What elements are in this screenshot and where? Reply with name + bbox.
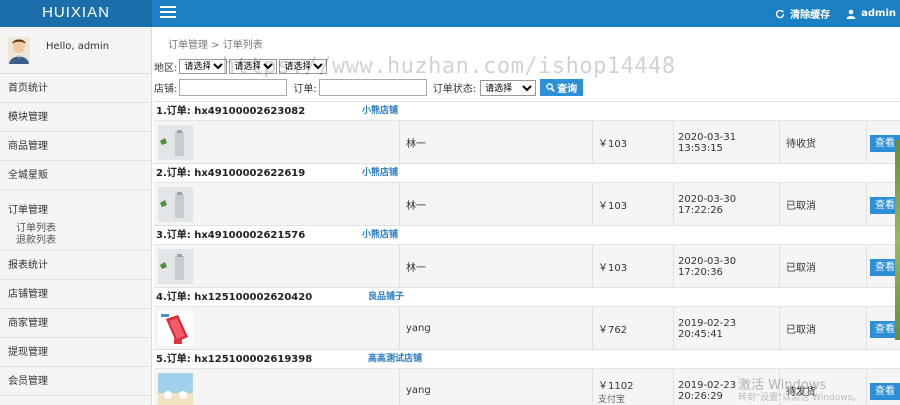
search-button-label: 查询 [557, 84, 578, 95]
order-label: 订单: [293, 84, 317, 95]
city-select[interactable]: 请选择 [229, 59, 278, 74]
product-cell [154, 245, 400, 288]
price-cell: ￥103 [593, 183, 674, 226]
time-cell: 2020-03-30 17:20:36 [674, 245, 780, 288]
sidebar-item-orders[interactable]: 订单管理 [8, 201, 151, 216]
product-thumbnail[interactable] [158, 311, 193, 346]
order-number: 5.订单: hx125100002619398 [156, 354, 313, 365]
greeting: Hello, admin [46, 40, 110, 52]
order-number: 3.订单: hx49100002621576 [156, 230, 306, 241]
shop-link[interactable]: 小熊店铺 [362, 164, 398, 183]
sidebar-item-members[interactable]: 会员管理 [0, 367, 151, 396]
shop-label: 店铺: [154, 84, 178, 95]
time-cell: 2020-03-30 17:22:26 [674, 183, 780, 226]
menu-toggle-icon[interactable] [160, 6, 176, 19]
order-input[interactable] [318, 79, 427, 96]
province-select[interactable]: 请选择 [179, 59, 228, 74]
order-header: 5.订单: hx125100002619398 高高测试店铺 [154, 349, 900, 368]
buyer-cell: yang [400, 369, 593, 405]
sidebar-item-modules[interactable]: 模块管理 [0, 103, 151, 132]
order-list: 1.订单: hx49100002623082 小熊店铺 林一 ￥103 2020… [154, 101, 900, 405]
product-thumbnail[interactable] [158, 125, 193, 160]
side-decoration [895, 140, 900, 340]
shop-link[interactable]: 良品铺子 [368, 288, 404, 307]
shop-link[interactable]: 小熊店铺 [362, 226, 398, 245]
top-bar: HUIXIAN 清除缓存 admin [0, 0, 900, 27]
admin-label: admin [861, 8, 896, 19]
sidebar-item-reports[interactable]: 报表统计 [0, 251, 151, 280]
order-number: 4.订单: hx125100002620420 [156, 292, 313, 303]
product-cell [154, 369, 400, 405]
region-label: 地区: [154, 63, 178, 74]
sidebar-group-orders: 订单管理 订单列表 退款列表 [0, 190, 151, 251]
user-icon [846, 9, 856, 19]
product-cell [154, 183, 400, 226]
refresh-icon [775, 9, 785, 18]
product-thumbnail[interactable] [158, 249, 193, 284]
time-cell: 2020-03-31 13:53:15 [674, 121, 780, 164]
product-cell [154, 121, 400, 164]
time-cell: 2019-02-23 20:45:41 [674, 307, 780, 350]
clear-cache-button[interactable]: 清除缓存 [775, 6, 830, 21]
district-select[interactable]: 请选择 [279, 59, 328, 74]
status-label: 订单状态: [432, 84, 477, 95]
sidebar-item-home-stats[interactable]: 首页统计 [0, 74, 151, 103]
sidebar-item-products[interactable]: 商品管理 [0, 132, 151, 161]
sidebar-item-merchants[interactable]: 商家管理 [0, 309, 151, 338]
shop-link[interactable]: 高高测试店铺 [368, 350, 422, 369]
product-cell [154, 307, 400, 350]
search-filter: 店铺: 订单: 订单状态: 请选择 查询 [154, 79, 584, 96]
time-cell: 2019-02-23 20:26:29 [674, 369, 780, 405]
shop-link[interactable]: 小熊店铺 [362, 102, 398, 121]
price-cell: ￥762 [593, 307, 674, 350]
price-cell: ￥103 [593, 121, 674, 164]
top-right-actions: 清除缓存 admin [775, 0, 900, 27]
status-cell: 已取消 [780, 245, 867, 288]
view-button[interactable]: 查看 [870, 383, 900, 400]
search-icon [546, 83, 555, 92]
order-row: 林一 ￥103 2020-03-30 17:22:26 已取消 查看 [154, 182, 900, 226]
price-cell: ￥1102 支付宝 [593, 369, 674, 405]
sidebar-subitem-refund-list[interactable]: 退款列表 [8, 235, 151, 247]
product-thumbnail[interactable] [158, 187, 193, 222]
search-button[interactable]: 查询 [540, 79, 584, 96]
sidebar-item-shops[interactable]: 店铺管理 [0, 280, 151, 309]
region-filter: 地区: 请选择 请选择 请选择 [154, 59, 328, 74]
breadcrumb: 订单管理 > 订单列表 [168, 40, 263, 51]
status-select[interactable]: 请选择 [480, 79, 537, 96]
product-thumbnail[interactable] [158, 373, 193, 405]
logo[interactable]: HUIXIAN [0, 0, 152, 27]
order-row: 林一 ￥103 2020-03-30 17:20:36 已取消 查看 [154, 244, 900, 288]
sidebar-item-withdrawals[interactable]: 提现管理 [0, 338, 151, 367]
status-cell: 已取消 [780, 307, 867, 350]
status-cell: 已取消 [780, 183, 867, 226]
order-row: yang ￥762 2019-02-23 20:45:41 已取消 查看 [154, 306, 900, 350]
order-row: 林一 ￥103 2020-03-31 13:53:15 待收货 查看 [154, 120, 900, 164]
status-cell: 待发货 [780, 369, 867, 405]
sidebar: Hello, admin 首页统计 模块管理 商品管理 全城星贩 订单管理 订单… [0, 27, 152, 405]
buyer-cell: 林一 [400, 183, 593, 226]
buyer-cell: 林一 [400, 121, 593, 164]
order-header: 1.订单: hx49100002623082 小熊店铺 [154, 101, 900, 120]
order-header: 3.订单: hx49100002621576 小熊店铺 [154, 225, 900, 244]
shop-input[interactable] [179, 79, 288, 96]
order-number: 1.订单: hx49100002623082 [156, 106, 306, 117]
order-header: 4.订单: hx125100002620420 良品铺子 [154, 287, 900, 306]
buyer-cell: yang [400, 307, 593, 350]
buyer-cell: 林一 [400, 245, 593, 288]
order-header: 2.订单: hx49100002622619 小熊店铺 [154, 163, 900, 182]
sidebar-subitem-order-list[interactable]: 订单列表 [8, 223, 151, 235]
price-cell: ￥103 [593, 245, 674, 288]
sidebar-item-city-vendors[interactable]: 全城星贩 [0, 161, 151, 190]
clear-cache-label: 清除缓存 [790, 10, 831, 21]
avatar [8, 36, 30, 64]
order-number: 2.订单: hx49100002622619 [156, 168, 306, 179]
admin-user-menu[interactable]: admin [846, 8, 896, 19]
order-row: yang ￥1102 支付宝 2019-02-23 20:26:29 待发货 查… [154, 368, 900, 405]
main-content: 订单管理 > 订单列表 地区: 请选择 请选择 请选择 店铺: 订单: 订单状态… [152, 27, 900, 405]
payment-method: 支付宝 [598, 394, 626, 405]
user-panel: Hello, admin [0, 27, 151, 74]
price-value: ￥1102 [598, 380, 634, 392]
status-cell: 待收货 [780, 121, 867, 164]
